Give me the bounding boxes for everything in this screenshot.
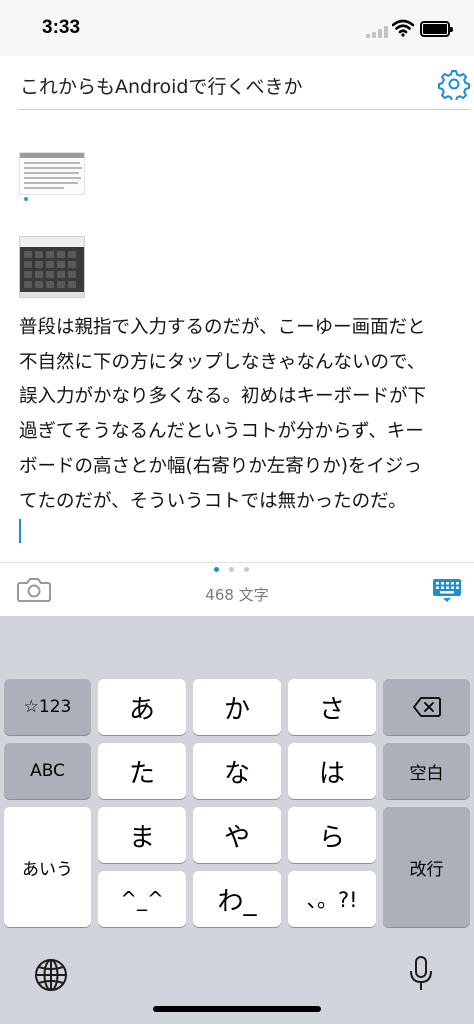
microphone-icon[interactable] — [408, 955, 434, 993]
image-marker — [24, 197, 28, 201]
globe-icon[interactable] — [34, 958, 68, 992]
battery-icon — [420, 21, 453, 37]
key-ya[interactable]: や — [193, 807, 281, 863]
key-punctuation[interactable]: 、。?! — [288, 871, 376, 927]
key-ra[interactable]: ら — [288, 807, 376, 863]
return-key[interactable]: 改行 — [383, 807, 470, 927]
page-indicator — [214, 567, 254, 573]
wifi-icon — [392, 19, 414, 37]
backspace-icon — [412, 697, 441, 717]
kana-mode-key[interactable]: あいう — [4, 807, 91, 927]
key-ka[interactable]: か — [193, 679, 281, 735]
inline-image-screenshot[interactable] — [19, 152, 85, 195]
title-bar: これからもAndroidで行くべきか — [0, 56, 474, 110]
editor-area[interactable]: 普段は親指で入力するのだが、こーゆー画面だと 不自然に下の方にタップしなきゃなん… — [0, 110, 474, 562]
key-ta[interactable]: た — [98, 743, 186, 799]
character-count: 468 文字 — [205, 586, 269, 604]
body-line: 誤入力がかなり多くなる。初めはキーボードが下 — [19, 386, 427, 408]
home-indicator[interactable] — [153, 1006, 321, 1012]
body-line: 過ぎてそうなるんだというコトが分からず、キー — [19, 421, 424, 443]
status-bar: 3:33 — [0, 0, 474, 56]
gear-icon[interactable] — [438, 68, 470, 100]
key-a[interactable]: あ — [98, 679, 186, 735]
text-caret — [19, 519, 21, 543]
key-emoticon[interactable]: ^_^ — [98, 871, 186, 927]
body-line: ボードの高さとか幅(右寄りか左寄りか)をイジっ — [19, 455, 422, 477]
body-text[interactable]: 普段は親指で入力するのだが、こーゆー画面だと 不自然に下の方にタップしなきゃなん… — [19, 311, 459, 519]
body-line: 普段は親指で入力するのだが、こーゆー画面だと — [19, 317, 426, 338]
body-line: てたのだが、そういうコトでは無かったのだ。 — [19, 490, 407, 512]
key-ha[interactable]: は — [288, 743, 376, 799]
delete-key[interactable] — [383, 679, 470, 735]
page-dot — [244, 567, 249, 572]
keyboard-dismiss-icon[interactable] — [432, 577, 462, 603]
key-na[interactable]: な — [193, 743, 281, 799]
page-dot — [214, 567, 219, 572]
document-title[interactable]: これからもAndroidで行くべきか — [20, 72, 302, 99]
key-ma[interactable]: ま — [98, 807, 186, 863]
inline-image-keyboard[interactable] — [19, 236, 85, 298]
editor-toolbar: 468 文字 — [0, 562, 474, 616]
number-mode-key[interactable]: ☆123 — [4, 679, 91, 735]
status-time: 3:33 — [42, 17, 81, 38]
abc-mode-key[interactable]: ABC — [4, 743, 91, 799]
body-line: 不自然に下の方にタップしなきゃなんないので、 — [19, 351, 426, 373]
key-sa[interactable]: さ — [288, 679, 376, 735]
key-wa[interactable]: わ_ — [193, 871, 281, 927]
page-dot — [229, 567, 234, 572]
cellular-signal-icon — [366, 26, 388, 38]
space-key[interactable]: 空白 — [383, 743, 470, 799]
